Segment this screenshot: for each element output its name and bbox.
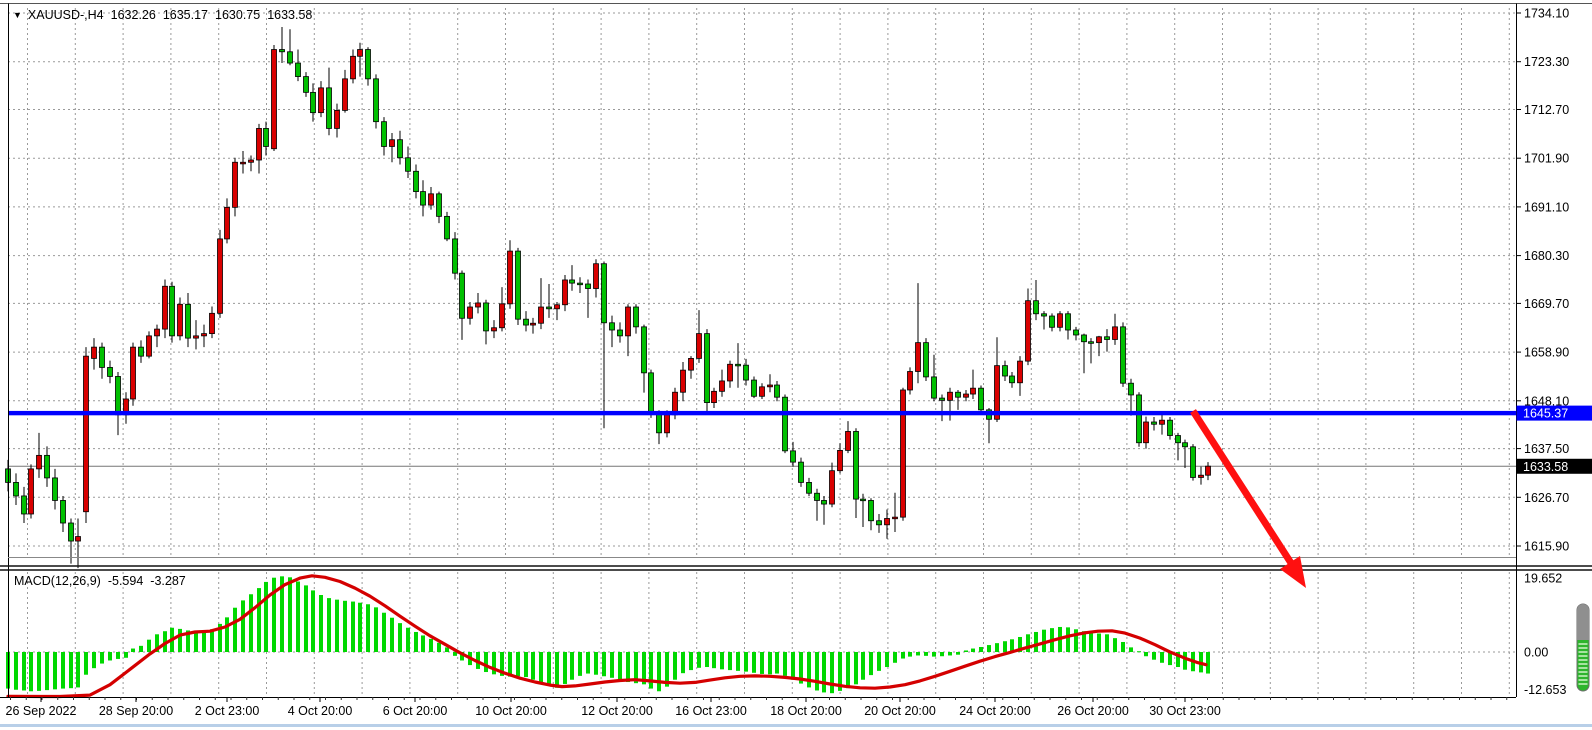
ohlc-high-value: 1635.17 [163,8,208,22]
time-axis-label: 30 Oct 23:00 [1149,704,1221,718]
chart-canvas[interactable]: 1734.10 1723.30 1712.70 1701.90 1691.10 1680.… [0,0,1592,730]
time-axis-label: 20 Oct 20:00 [864,704,936,718]
svg-text:1645.37: 1645.37 [1523,407,1568,421]
time-axis-label: 26 Oct 20:00 [1057,704,1129,718]
chevron-down-icon[interactable]: ▼ [13,10,22,20]
time-axis-label: 28 Sep 20:00 [99,704,173,718]
trend-arrow[interactable] [1193,411,1306,588]
trading-chart-window: 1734.10 1723.30 1712.70 1701.90 1691.10 1680.… [0,0,1592,730]
gridlines [8,8,1516,697]
price-axis-label: 1615.90 [1524,540,1569,554]
time-axis-label: 18 Oct 20:00 [770,704,842,718]
svg-text:1633.58: 1633.58 [1523,460,1568,474]
time-axis-label: 10 Oct 20:00 [475,704,547,718]
price-axis-label: 1701.90 [1524,152,1569,166]
price-axis-label: 1734.10 [1524,7,1569,21]
chart-title: ▼ XAUUSD-,H4 1632.26 1635.17 1630.75 1633.58 [13,8,312,22]
macd-axis-label: 19.652 [1524,571,1562,585]
time-axis-label: 26 Sep 2022 [6,704,77,718]
time-axis: 26 Sep 2022 28 Sep 20:00 2 Oct 23:00 4 Oct … [6,697,1507,718]
macd-main-value: -5.594 [108,574,143,588]
macd-indicator-label: MACD(12,26,9) -5.594 -3.287 [14,574,186,588]
price-axis-label: 1680.30 [1524,249,1569,263]
price-axis-label: 1723.30 [1524,55,1569,69]
time-axis-label: 6 Oct 20:00 [383,704,448,718]
ohlc-close-value: 1633.58 [267,8,312,22]
level-price-tag: 1645.37 [1517,406,1592,421]
time-axis-label: 12 Oct 20:00 [581,704,653,718]
price-axis-label: 1637.50 [1524,442,1569,456]
macd-axis-label: 0.00 [1524,646,1548,660]
price-axis-label: 1669.70 [1524,297,1569,311]
time-axis-label: 4 Oct 20:00 [288,704,353,718]
scrollbar-thumb[interactable] [1577,604,1589,691]
macd-name-label: MACD(12,26,9) [14,574,101,588]
current-price-tag: 1633.58 [1517,459,1592,474]
macd-axis: 19.652 0.00 -12.653 [1524,571,1566,697]
ohlc-low-value: 1630.75 [215,8,260,22]
price-axis-label: 1691.10 [1524,200,1569,214]
horizontal-level-line[interactable] [8,411,1516,415]
time-axis-label: 16 Oct 23:00 [675,704,747,718]
symbol-timeframe-label: XAUUSD-,H4 [28,8,104,22]
time-axis-label: 2 Oct 23:00 [195,704,260,718]
candlesticks [6,27,1211,568]
price-axis-label: 1658.90 [1524,346,1569,360]
price-axis-label: 1626.70 [1524,491,1569,505]
macd-signal-value: -3.287 [150,574,185,588]
macd-axis-label: -12.653 [1524,683,1566,697]
ohlc-open-value: 1632.26 [111,8,156,22]
time-axis-label: 24 Oct 20:00 [959,704,1031,718]
price-axis-label: 1712.70 [1524,103,1569,117]
